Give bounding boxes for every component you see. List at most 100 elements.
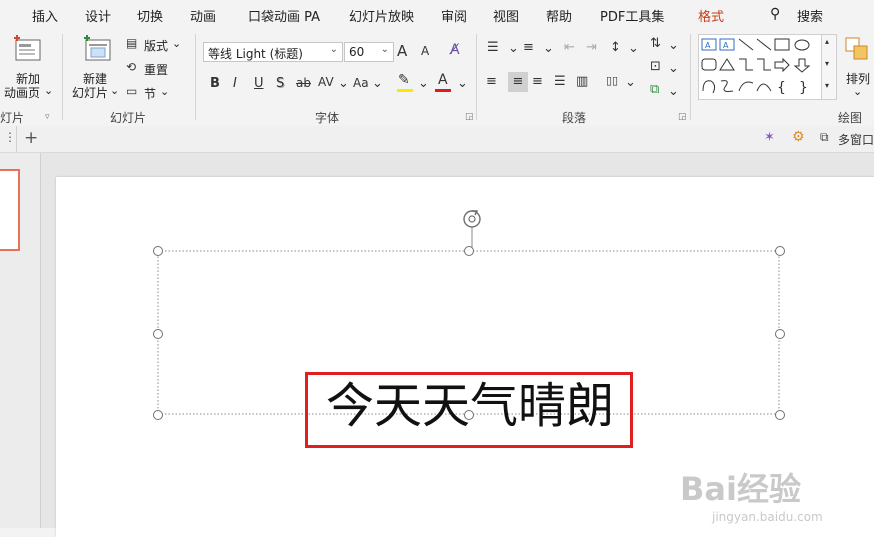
slide-thumbnail-selected[interactable]	[0, 169, 20, 251]
dialog-launcher-icon[interactable]: ▿	[45, 112, 50, 122]
tab-pocket-animation[interactable]: 口袋动画 PA	[248, 6, 320, 25]
section-label: 节	[144, 87, 157, 101]
shapes-gallery-scroll[interactable]: ▴ ▾ ▾	[821, 34, 837, 100]
layout-icon: ▤	[126, 36, 138, 50]
svg-text:}: }	[799, 80, 808, 96]
columns-icon[interactable]: ▯▯	[606, 74, 618, 87]
character-spacing-button[interactable]: AV	[318, 75, 334, 89]
resize-handle-top-right[interactable]	[775, 246, 785, 256]
add-tab-button[interactable]: +	[24, 128, 38, 148]
rotate-handle-icon[interactable]	[459, 208, 485, 252]
font-name-select[interactable]: 等线 Light (标题) ⌄	[203, 42, 343, 62]
reset-label: 重置	[144, 63, 169, 77]
resize-handle-top[interactable]	[464, 246, 474, 256]
numbering-icon[interactable]: ≡	[523, 40, 534, 55]
ribbon: 新加 动画页 ⌄ 灯片 ▿ 新建 幻灯片 ⌄ ▤ 版式 ⌄ ⟲ 重置 ▭ 节 ⌄…	[0, 28, 874, 127]
align-center-icon[interactable]: ≡	[508, 72, 528, 92]
shrink-font-button[interactable]: A	[421, 44, 429, 58]
gallery-expand-icon[interactable]: ▾	[825, 81, 829, 90]
chevron-up-icon[interactable]: ▴	[825, 37, 829, 46]
slide-thumbnail-pane	[0, 153, 41, 528]
text-shadow-button[interactable]: S	[276, 76, 284, 91]
dialog-launcher-icon[interactable]: ◲	[465, 112, 474, 122]
dialog-launcher-icon[interactable]: ◲	[678, 112, 687, 122]
watermark-logo: Bai经验	[680, 470, 801, 508]
baidu-jingyan-watermark: Bai经验 jingyan.baidu.com	[680, 464, 860, 534]
arrange-icon	[845, 37, 868, 60]
search-icon[interactable]: ⚲	[770, 6, 780, 22]
group-label-font: 字体	[315, 111, 340, 125]
editor-area: 今天天气晴朗 Bai经验 jingyan.baidu.com	[0, 153, 874, 537]
convert-to-smartart-icon[interactable]: ⧉	[650, 82, 659, 97]
tab-pdf-tools[interactable]: PDF工具集	[600, 6, 664, 25]
align-right-icon[interactable]: ≡	[532, 74, 543, 89]
tab-design[interactable]: 设计	[85, 6, 111, 25]
resize-handle-top-left[interactable]	[153, 246, 163, 256]
text-direction-icon[interactable]: ⇅	[650, 36, 661, 51]
group-label-animation: 灯片	[0, 111, 25, 125]
search-label[interactable]: 搜索	[797, 6, 823, 25]
resize-handle-bottom-right[interactable]	[775, 410, 785, 420]
svg-text:{: {	[777, 80, 786, 96]
align-left-icon[interactable]: ≡	[486, 74, 497, 89]
tab-view[interactable]: 视图	[493, 6, 519, 25]
change-case-button[interactable]: Aa	[353, 76, 369, 90]
group-divider	[476, 34, 477, 120]
chevron-down-icon: ⌄	[329, 44, 338, 55]
tab-animations[interactable]: 动画	[190, 6, 216, 25]
more-options-icon[interactable]: ⋮	[4, 130, 16, 144]
bullets-icon[interactable]: ☰	[487, 40, 499, 55]
grow-font-button[interactable]: A	[397, 42, 407, 60]
chevron-down-icon[interactable]: ▾	[825, 59, 829, 68]
clear-formatting-icon[interactable]: A̸	[450, 42, 460, 58]
tab-transitions[interactable]: 切换	[137, 6, 163, 25]
chevron-down-icon: ⌄	[668, 38, 679, 53]
justify-icon[interactable]: ☰	[554, 74, 566, 89]
annotation-highlight-box	[305, 372, 633, 448]
chevron-down-icon: ⌄	[110, 84, 120, 97]
chevron-down-icon: ⌄	[457, 76, 468, 91]
shapes-gallery[interactable]: A A { }	[698, 34, 822, 100]
document-tab-strip: ⋮ + ✶ ⚙ ⧉ 多窗口	[0, 126, 874, 153]
new-animation-page-icon	[14, 35, 41, 61]
magic-wand-icon[interactable]: ✶	[764, 130, 775, 145]
group-label-drawing: 绘图	[838, 111, 863, 125]
chevron-down-icon: ⌄	[543, 41, 554, 56]
chevron-down-icon: ⌄	[508, 41, 519, 56]
chevron-down-icon: ⌄	[160, 85, 170, 98]
new-animation-line2: 动画页	[4, 86, 41, 100]
multi-window-icon[interactable]: ⧉	[820, 130, 829, 145]
align-text-icon[interactable]: ⊡	[650, 59, 661, 74]
group-label-paragraph: 段落	[562, 111, 587, 125]
chevron-down-icon: ⌄	[338, 76, 349, 91]
chevron-down-icon: ⌄	[172, 37, 182, 50]
chevron-down-icon: ⌄	[625, 75, 636, 90]
font-size-select[interactable]: 60 ⌄	[344, 42, 394, 62]
resize-handle-right[interactable]	[775, 329, 785, 339]
bold-button[interactable]: B	[210, 76, 220, 91]
decrease-indent-icon[interactable]: ⇤	[564, 40, 575, 55]
multi-window-label[interactable]: 多窗口	[838, 131, 874, 148]
increase-indent-icon[interactable]: ⇥	[586, 40, 597, 55]
tab-format[interactable]: 格式	[698, 6, 724, 25]
tab-review[interactable]: 审阅	[441, 6, 467, 25]
resize-handle-left[interactable]	[153, 329, 163, 339]
settings-gear-icon[interactable]: ⚙	[792, 129, 805, 145]
group-label-slides: 幻灯片	[110, 111, 147, 125]
strikethrough-button[interactable]: ab	[296, 76, 311, 90]
tab-help[interactable]: 帮助	[546, 6, 572, 25]
distributed-icon[interactable]: ▥	[576, 74, 588, 89]
resize-handle-bottom-left[interactable]	[153, 410, 163, 420]
font-color-swatch	[435, 89, 451, 92]
highlight-color-swatch	[397, 89, 413, 92]
group-divider	[195, 34, 196, 120]
tab-insert[interactable]: 插入	[32, 6, 58, 25]
italic-button[interactable]: I	[233, 76, 237, 91]
chevron-down-icon: ⌄	[628, 41, 639, 56]
group-divider	[690, 34, 691, 120]
tab-slideshow[interactable]: 幻灯片放映	[349, 6, 414, 25]
underline-button[interactable]: U	[254, 76, 264, 91]
line-spacing-icon[interactable]: ↕	[610, 40, 621, 55]
slide-canvas[interactable]: 今天天气晴朗 Bai经验 jingyan.baidu.com	[56, 177, 874, 537]
section-icon: ▭	[126, 84, 138, 98]
